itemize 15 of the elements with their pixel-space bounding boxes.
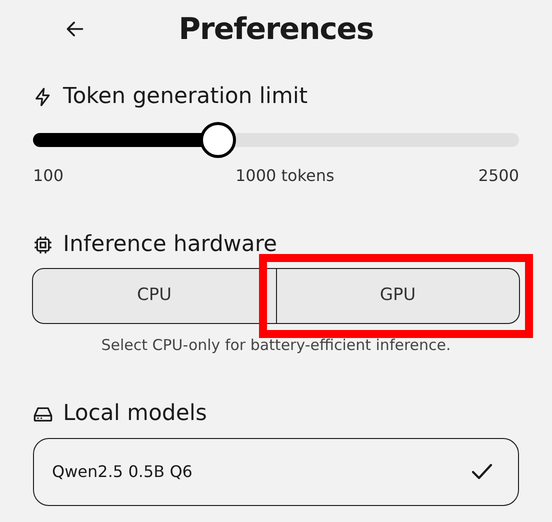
section-title: Token generation limit	[63, 83, 308, 111]
slider-thumb[interactable]	[200, 122, 236, 158]
page-title: Preferences	[178, 10, 374, 48]
hardware-option[interactable]: GPU	[276, 269, 519, 323]
min-label: 100	[33, 165, 64, 187]
section-title: Inference hardware	[63, 231, 277, 259]
model-name: Qwen2.5 0.5B Q6	[52, 460, 192, 482]
max-label: 2500	[478, 165, 519, 187]
hardware-option[interactable]: CPU	[33, 269, 276, 323]
section-title: Local models	[63, 400, 207, 428]
hint-text: Select CPU-only for battery-efficient inference.	[100, 335, 452, 356]
drive-icon	[33, 404, 53, 422]
model-item[interactable]: Qwen2.5 0.5B Q6	[33, 438, 519, 506]
chip-icon	[33, 235, 53, 255]
value-label: 1000 tokens	[235, 165, 334, 187]
